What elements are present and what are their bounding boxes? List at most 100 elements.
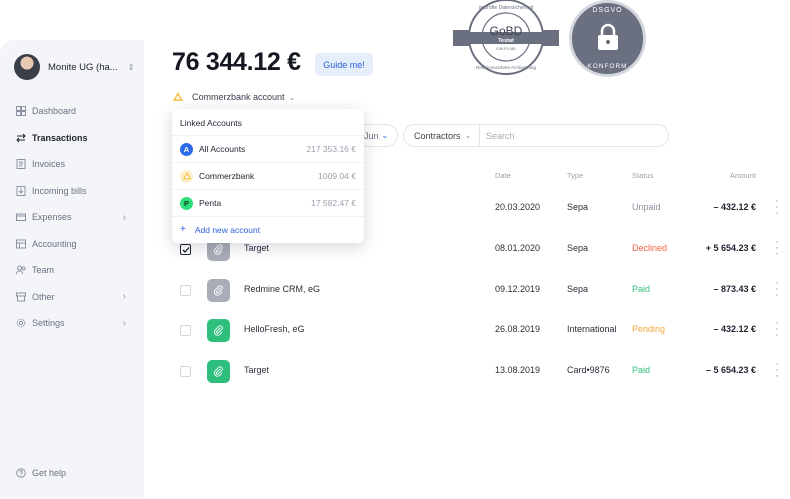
sidebar-item-team[interactable]: Team xyxy=(0,257,144,284)
sidebar: Monite UG (ha... ⇕ Dashboard Transaction… xyxy=(0,40,144,499)
dsgvo-bottom-text: KONFORM xyxy=(587,63,628,70)
other-icon xyxy=(16,292,26,302)
org-switcher[interactable]: Monite UG (ha... ⇕ xyxy=(14,54,134,80)
row-amount: – 432.12 € xyxy=(713,324,756,334)
column-header-date[interactable]: Date xyxy=(495,171,511,180)
row-contractor: Target xyxy=(244,243,270,253)
row-type: Sepa xyxy=(567,243,589,253)
more-options-icon[interactable]: · · · xyxy=(774,196,780,219)
sidebar-item-settings[interactable]: Settings › xyxy=(0,310,144,337)
sidebar-item-expenses[interactable]: Expenses › xyxy=(0,204,144,231)
row-amount: – 432.12 € xyxy=(713,202,756,212)
account-option-balance: 1009.04 € xyxy=(318,171,356,181)
row-date: 20.03.2020 xyxy=(495,202,541,212)
transactions-icon xyxy=(16,133,26,143)
date-filter[interactable]: Jun ⌄ xyxy=(360,124,398,147)
search-input[interactable]: Search xyxy=(480,131,515,141)
row-date: 09.12.2019 xyxy=(495,284,541,294)
contractors-filter[interactable]: Contractors ⌄ xyxy=(404,125,480,146)
all-accounts-icon: A xyxy=(180,142,193,156)
row-checkbox[interactable] xyxy=(180,244,191,255)
column-header-amount[interactable]: Amount xyxy=(730,171,756,180)
incoming-bills-icon xyxy=(16,185,26,196)
team-icon xyxy=(16,265,26,275)
gobd-badge: GoBD Testat IDW PS 880 geprüfte Datensic… xyxy=(453,0,559,75)
gobd-ring-top: geprüfte Datensicherheit xyxy=(479,5,534,11)
chevron-down-icon: ⌄ xyxy=(381,131,389,140)
row-checkbox[interactable] xyxy=(180,285,191,296)
column-header-type[interactable]: Type xyxy=(567,171,583,180)
sidebar-item-label: Incoming bills xyxy=(32,185,87,196)
commerzbank-logo-icon xyxy=(180,169,193,183)
row-date: 26.08.2019 xyxy=(495,324,541,334)
dropdown-title: Linked Accounts xyxy=(180,118,242,128)
sidebar-item-label: Other xyxy=(32,291,55,302)
more-options-icon[interactable]: · · · xyxy=(774,237,780,260)
guide-me-button[interactable]: Guide me! xyxy=(315,53,373,76)
table-row[interactable]: Redmine CRM, eG 09.12.2019 Sepa Paid – 8… xyxy=(172,270,790,311)
dashboard-icon xyxy=(16,106,26,117)
dsgvo-badge: DSGVO KONFORM xyxy=(569,0,646,77)
linked-accounts-dropdown: Linked Accounts A All Accounts 217 353.1… xyxy=(172,109,364,243)
row-status: Paid xyxy=(632,365,651,375)
lock-icon xyxy=(598,23,618,50)
account-option-balance: 217 353.16 € xyxy=(306,144,356,154)
filter-bar: Contractors ⌄ Search xyxy=(403,124,669,147)
row-checkbox[interactable] xyxy=(180,366,191,377)
sidebar-item-invoices[interactable]: Invoices xyxy=(0,151,144,178)
account-option-label: Commerzbank xyxy=(199,171,255,181)
row-amount: + 5 654.23 € xyxy=(705,243,756,253)
gobd-small: IDW PS 880 xyxy=(496,47,515,51)
more-options-icon[interactable]: · · · xyxy=(774,278,780,301)
chevron-right-icon: › xyxy=(122,317,126,329)
chevron-updown-icon: ⇕ xyxy=(127,62,135,72)
sidebar-item-accounting[interactable]: Accounting xyxy=(0,231,144,258)
sidebar-item-other[interactable]: Other › xyxy=(0,284,144,311)
more-options-icon[interactable]: · · · xyxy=(774,359,780,382)
sidebar-item-transactions[interactable]: Transactions xyxy=(0,125,144,152)
avatar xyxy=(14,54,40,80)
add-account-button[interactable]: + Add new account xyxy=(180,224,260,235)
sidebar-item-dashboard[interactable]: Dashboard xyxy=(0,98,144,125)
row-status: Paid xyxy=(632,284,651,294)
attachment-icon xyxy=(207,279,230,302)
chevron-down-icon: ⌄ xyxy=(288,92,296,102)
account-option-commerzbank[interactable]: Commerzbank 1009.04 € xyxy=(172,162,364,189)
row-checkbox[interactable] xyxy=(180,325,191,336)
account-option-all[interactable]: A All Accounts 217 353.16 € xyxy=(172,135,364,162)
table-row[interactable]: HelloFresh, eG 26.08.2019 International … xyxy=(172,310,790,351)
row-amount: – 5 654.23 € xyxy=(705,365,756,375)
account-option-label: All Accounts xyxy=(199,144,246,154)
table-row[interactable]: Target 13.08.2019 Card•9876 Paid – 5 654… xyxy=(172,351,790,392)
dropdown-divider xyxy=(172,216,364,217)
more-options-icon[interactable]: · · · xyxy=(774,318,780,341)
sidebar-item-incoming-bills[interactable]: Incoming bills xyxy=(0,178,144,205)
account-selector[interactable]: Commerzbank account ⌄ xyxy=(172,91,295,103)
help-link[interactable]: Get help xyxy=(16,468,66,478)
chevron-right-icon: › xyxy=(122,211,126,223)
gobd-title: GoBD xyxy=(490,24,523,38)
row-status: Pending xyxy=(632,324,666,334)
attachment-icon xyxy=(207,360,230,383)
account-option-penta[interactable]: P Penta 17 582.47 € xyxy=(172,189,364,216)
date-filter-label: Jun xyxy=(364,130,379,141)
total-balance: 76 344.12 € xyxy=(172,48,301,76)
sidebar-nav: Dashboard Transactions Invoices Incoming… xyxy=(0,98,144,337)
sidebar-item-label: Settings xyxy=(32,318,65,329)
row-contractor: Redmine CRM, eG xyxy=(244,284,321,294)
accounting-icon xyxy=(16,239,26,249)
add-account-label: Add new account xyxy=(194,224,261,235)
row-type: Card•9876 xyxy=(567,365,610,375)
gobd-ring-bottom: Revisionssichere Archivierung xyxy=(476,65,537,70)
gear-icon xyxy=(16,318,26,328)
row-type: Sepa xyxy=(567,202,589,212)
chevron-right-icon: › xyxy=(122,291,126,303)
column-header-status[interactable]: Status xyxy=(632,171,653,180)
sidebar-item-label: Dashboard xyxy=(32,106,77,117)
account-selector-label: Commerzbank account xyxy=(192,92,285,102)
account-option-label: Penta xyxy=(199,198,222,208)
help-icon xyxy=(16,468,26,478)
row-date: 13.08.2019 xyxy=(495,365,541,375)
help-label: Get help xyxy=(32,468,67,478)
sidebar-item-label: Transactions xyxy=(32,132,88,143)
